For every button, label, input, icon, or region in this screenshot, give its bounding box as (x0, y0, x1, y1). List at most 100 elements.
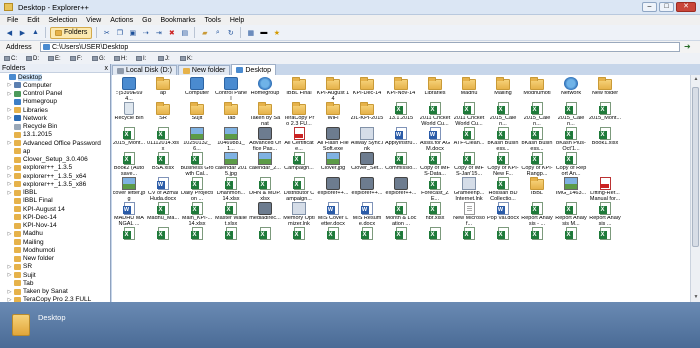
file-item[interactable]: Pop Vai.docx (486, 202, 520, 227)
file-item[interactable]: nbr.xlsx (418, 202, 452, 227)
file-item[interactable]: Main_KPI-... 14.xlsx (180, 202, 214, 227)
tab-desktop[interactable]: Desktop (231, 64, 277, 75)
file-item[interactable]: Advanced Office Pas... (248, 127, 282, 152)
menu-item-view[interactable]: View (86, 17, 101, 24)
tree-item[interactable]: ▷ IBBL (2, 189, 110, 197)
tree-item[interactable]: Clover_Setup_3.0.406 (2, 156, 110, 164)
file-item[interactable] (282, 227, 316, 252)
file-item[interactable]: 2015_Calen... (520, 102, 554, 127)
copy-icon[interactable]: ❐ (114, 27, 125, 38)
file-item[interactable]: Copy of Report An... (554, 152, 588, 177)
cut-icon[interactable]: ✂ (101, 27, 112, 38)
file-item[interactable]: ::{5399E694... (112, 77, 146, 102)
tree-item[interactable]: Homegroup (2, 98, 110, 106)
file-item[interactable]: MADHU MANGAL ... (112, 202, 146, 227)
tab-new-folder[interactable]: New folder (177, 65, 231, 75)
file-item[interactable]: KPI-Dec-14 (350, 77, 384, 102)
file-item[interactable]: mediadirec... (248, 202, 282, 227)
bookmark-icon[interactable]: ★ (271, 27, 282, 38)
drive-button[interactable]: E: (48, 54, 68, 63)
minimize-button[interactable]: – (642, 2, 657, 12)
drive-button[interactable]: J: (158, 54, 178, 63)
file-item[interactable]: Libraries (418, 77, 452, 102)
tree-item[interactable]: KPI-Dec-14 (2, 213, 110, 221)
tree-item[interactable]: ▷ explorer++_1.3.5_x86 (2, 180, 110, 188)
menu-item-file[interactable]: File (7, 17, 18, 24)
file-item[interactable]: Modhumoti (520, 77, 554, 102)
menu-item-help[interactable]: Help (230, 17, 244, 24)
file-item[interactable]: Madhu (452, 77, 486, 102)
file-item[interactable]: Madhu_Ma... (146, 202, 180, 227)
file-item[interactable]: TeraCopy Pro 2.3 FU... (282, 102, 316, 127)
file-item[interactable]: Commissio... (384, 152, 418, 177)
file-item[interactable]: Computer (180, 77, 214, 102)
file-item[interactable]: All Flash File Soft.exe (316, 127, 350, 152)
file-item[interactable]: SR (146, 102, 180, 127)
tree-item[interactable]: New folder (2, 255, 110, 263)
file-item[interactable]: Campaign... (282, 152, 316, 177)
command-prompt-icon[interactable]: ▬ (258, 27, 269, 38)
file-item[interactable]: Homegroup (248, 77, 282, 102)
file-item[interactable]: Network (554, 77, 588, 102)
tree-item[interactable]: IBBL Final (2, 197, 110, 205)
file-item[interactable] (214, 227, 248, 252)
file-item[interactable]: WiFi (316, 102, 350, 127)
folders-button[interactable]: Folders (50, 26, 93, 39)
file-item[interactable]: Copy of KPI-New F... (486, 152, 520, 177)
vertical-scrollbar[interactable]: ▲ ▼ (690, 75, 700, 302)
expand-icon[interactable]: ▷ (7, 82, 12, 88)
file-item[interactable]: Memory Optimizer.lnk (282, 202, 316, 227)
expand-icon[interactable]: ▷ (7, 91, 12, 97)
go-icon[interactable]: ➜ (684, 42, 694, 52)
file-item[interactable]: 10250132_6... (180, 127, 214, 152)
file-item[interactable]: 2015_Calen... (554, 102, 588, 127)
menu-item-actions[interactable]: Actions (110, 17, 133, 24)
up-icon[interactable]: ▲ (30, 27, 41, 38)
tree-item[interactable]: ▷ Control Panel (2, 90, 110, 98)
file-item[interactable]: 2015_Mont... (112, 127, 146, 152)
file-item[interactable]: calendar_2... (248, 152, 282, 177)
file-item[interactable]: Assis.for AGM.docx (418, 127, 452, 152)
drive-button[interactable]: F: (70, 54, 90, 63)
expand-icon[interactable]: ▷ (7, 165, 12, 171)
file-item[interactable]: bKash Business... (520, 127, 554, 152)
file-item[interactable]: ATF-Clean... (452, 127, 486, 152)
file-item[interactable] (384, 227, 418, 252)
file-item[interactable]: Dhanmon... 14.xlsx (214, 177, 248, 202)
file-item[interactable]: bKash Business... (486, 127, 520, 152)
file-item[interactable]: KPI-August 14 (316, 77, 350, 102)
file-item[interactable]: BSA.xlsx (146, 152, 180, 177)
tree-item[interactable]: ap (2, 147, 110, 155)
expand-icon[interactable]: ▷ (7, 181, 12, 187)
properties-icon[interactable]: ▤ (179, 27, 190, 38)
drive-button[interactable]: D: (26, 54, 46, 63)
file-item[interactable]: bKash Plus-Oct'1... (554, 127, 588, 152)
file-item[interactable]: Clover_Set... (350, 152, 384, 177)
file-item[interactable]: 01112014.xlsx (146, 127, 180, 152)
expand-icon[interactable]: ▷ (7, 140, 12, 146)
maximize-button[interactable]: □ (659, 2, 674, 12)
close-button[interactable]: ✕ (676, 2, 696, 12)
tree-item[interactable]: Modhumoti (2, 246, 110, 254)
expand-icon[interactable]: ▷ (7, 115, 12, 121)
tree-item[interactable]: Tab (2, 279, 110, 287)
file-item[interactable] (316, 227, 350, 252)
move-to-icon[interactable]: ⇥ (153, 27, 164, 38)
file-item[interactable]: Grameenp... Internet.lnk (452, 177, 486, 202)
menu-item-selection[interactable]: Selection (48, 17, 77, 24)
file-item[interactable] (248, 227, 282, 252)
file-item[interactable]: Mailing (486, 77, 520, 102)
file-item[interactable]: Copy of KPI-Rangp... (520, 152, 554, 177)
file-item[interactable]: 10469881_1... (214, 127, 248, 152)
file-item[interactable]: Book1.xlsx (588, 127, 622, 152)
drive-button[interactable]: I: (136, 54, 156, 63)
file-item[interactable]: Lifting-Ref... Manual for... (588, 177, 622, 202)
tree-item[interactable]: 13.1.2015 (2, 131, 110, 139)
file-item[interactable]: 13.1.2015 (384, 102, 418, 127)
drive-button[interactable]: H: (114, 54, 134, 63)
scroll-down-icon[interactable]: ▼ (691, 293, 700, 302)
tree-item[interactable]: ▷ explorer++_1.3.5_x64 (2, 172, 110, 180)
file-item[interactable]: IMG_1463... (554, 177, 588, 202)
file-item[interactable]: explorer++... (350, 177, 384, 202)
file-item[interactable]: Daily Projection ... (180, 177, 214, 202)
